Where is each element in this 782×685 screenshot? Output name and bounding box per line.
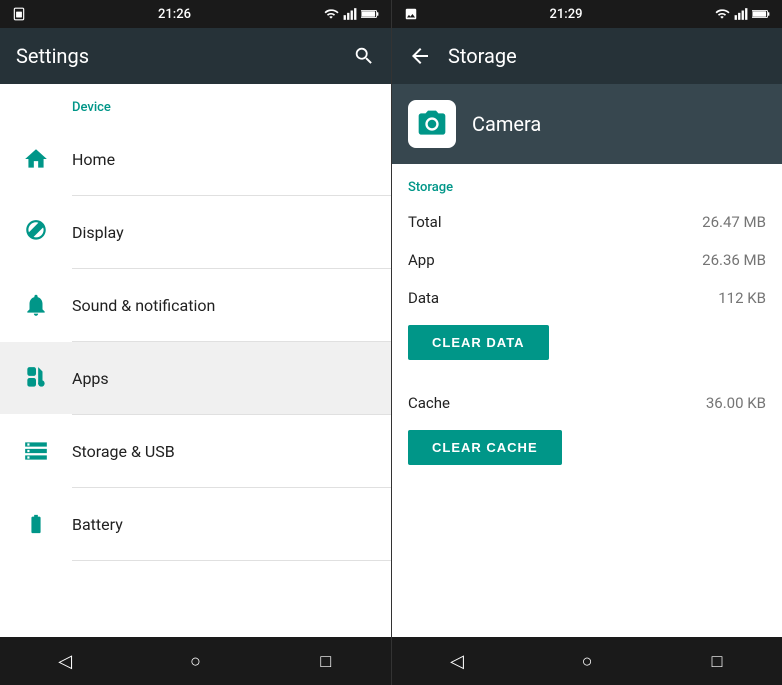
back-button[interactable] bbox=[408, 44, 432, 68]
display-icon-wrap bbox=[16, 212, 56, 252]
app-label: App bbox=[408, 251, 435, 269]
left-panel: 21:26 Settings Device Home bbox=[0, 0, 391, 685]
storage-icon bbox=[22, 438, 50, 464]
battery-icon-left bbox=[361, 8, 379, 20]
settings-content: Device Home Display Sound & notification bbox=[0, 84, 391, 637]
search-button[interactable] bbox=[353, 45, 375, 67]
menu-item-storage[interactable]: Storage & USB bbox=[0, 415, 391, 487]
storage-icon-wrap bbox=[16, 431, 56, 471]
sound-label: Sound & notification bbox=[72, 296, 215, 315]
battery-icon-right bbox=[752, 8, 770, 20]
battery-icon-wrap bbox=[16, 504, 56, 544]
storage-usb-label: Storage & USB bbox=[72, 442, 175, 461]
wifi-icon-left bbox=[323, 7, 339, 21]
right-time: 21:29 bbox=[550, 7, 583, 22]
home-label: Home bbox=[72, 150, 115, 169]
wifi-icon-right bbox=[714, 7, 730, 21]
sound-icon bbox=[23, 292, 49, 318]
device-section-label: Device bbox=[0, 84, 391, 123]
total-row: Total 26.47 MB bbox=[408, 203, 766, 241]
status-bar-left: 21:26 bbox=[0, 0, 391, 28]
camera-icon bbox=[416, 108, 448, 140]
menu-item-sound[interactable]: Sound & notification bbox=[0, 269, 391, 341]
battery-label: Battery bbox=[72, 515, 123, 534]
menu-item-home[interactable]: Home bbox=[0, 123, 391, 195]
menu-item-battery[interactable]: Battery bbox=[0, 488, 391, 560]
data-value: 112 KB bbox=[718, 289, 766, 307]
apps-label: Apps bbox=[72, 369, 109, 388]
cache-label: Cache bbox=[408, 394, 450, 412]
app-name: Camera bbox=[472, 112, 541, 136]
home-nav-right[interactable]: ○ bbox=[567, 641, 607, 681]
app-value: 26.36 MB bbox=[702, 251, 766, 269]
menu-item-display[interactable]: Display bbox=[0, 196, 391, 268]
data-row: Data 112 KB bbox=[408, 279, 766, 317]
apps-icon bbox=[23, 365, 49, 391]
image-icon bbox=[404, 7, 418, 21]
display-label: Display bbox=[72, 223, 124, 242]
right-status-right-icons bbox=[714, 7, 770, 21]
back-nav-left[interactable]: ◁ bbox=[45, 641, 85, 681]
recent-nav-left[interactable]: □ bbox=[306, 641, 346, 681]
display-icon bbox=[23, 219, 49, 245]
search-icon bbox=[353, 45, 375, 67]
signal-icon-right bbox=[734, 7, 748, 21]
home-icon-wrap bbox=[16, 139, 56, 179]
clear-cache-button[interactable]: CLEAR CACHE bbox=[408, 430, 562, 465]
recent-nav-right[interactable]: □ bbox=[697, 641, 737, 681]
clear-data-button[interactable]: CLEAR DATA bbox=[408, 325, 549, 360]
sim-icon bbox=[12, 7, 26, 21]
toolbar-right: Storage bbox=[392, 28, 782, 84]
battery-menu-icon bbox=[25, 511, 47, 537]
cache-row: Cache 36.00 KB bbox=[408, 384, 766, 422]
storage-section-label: Storage bbox=[408, 164, 766, 203]
signal-icon-left bbox=[343, 7, 357, 21]
divider-battery bbox=[72, 560, 391, 561]
status-bar-right: 21:29 bbox=[392, 0, 782, 28]
app-header: Camera bbox=[392, 84, 782, 164]
left-status-right-icons bbox=[323, 7, 379, 21]
storage-content: Storage Total 26.47 MB App 26.36 MB Data… bbox=[392, 164, 782, 637]
data-label: Data bbox=[408, 289, 439, 307]
menu-item-apps[interactable]: Apps bbox=[0, 342, 391, 414]
apps-icon-wrap bbox=[16, 358, 56, 398]
cache-section: Cache 36.00 KB CLEAR CACHE bbox=[408, 376, 766, 489]
settings-title: Settings bbox=[16, 44, 89, 68]
camera-icon-wrap bbox=[408, 100, 456, 148]
storage-title: Storage bbox=[448, 44, 517, 68]
total-label: Total bbox=[408, 213, 442, 231]
nav-bar-right: ◁ ○ □ bbox=[392, 637, 782, 685]
nav-bar-left: ◁ ○ □ bbox=[0, 637, 391, 685]
left-status-left-icons bbox=[12, 7, 26, 21]
right-status-left-icons bbox=[404, 7, 418, 21]
total-value: 26.47 MB bbox=[702, 213, 766, 231]
toolbar-left: Settings bbox=[0, 28, 391, 84]
back-nav-right[interactable]: ◁ bbox=[437, 641, 477, 681]
home-icon bbox=[23, 146, 49, 172]
left-time: 21:26 bbox=[158, 7, 191, 22]
back-arrow-icon bbox=[408, 44, 432, 68]
cache-value: 36.00 KB bbox=[706, 394, 766, 412]
sound-icon-wrap bbox=[16, 285, 56, 325]
home-nav-left[interactable]: ○ bbox=[175, 641, 215, 681]
app-size-row: App 26.36 MB bbox=[408, 241, 766, 279]
right-panel: 21:29 Storage Camera Storage Total 26.47… bbox=[391, 0, 782, 685]
